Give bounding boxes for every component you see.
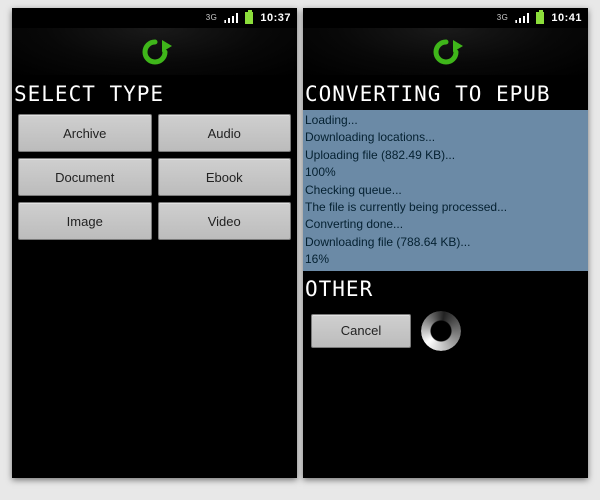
log-line: Downloading file (788.64 KB)... (305, 234, 586, 251)
archive-button[interactable]: Archive (18, 114, 152, 152)
log-line: 100% (305, 164, 586, 181)
status-bar: 3G 10:37 (12, 8, 297, 28)
image-button[interactable]: Image (18, 202, 152, 240)
battery-icon (245, 12, 253, 24)
clock: 10:41 (551, 12, 582, 24)
loading-spinner-icon (421, 311, 461, 351)
log-line: Checking queue... (305, 182, 586, 199)
phone-right: 3G 10:41 CONVERTING TO EPUB Loading... D… (303, 8, 588, 478)
audio-button[interactable]: Audio (158, 114, 292, 152)
log-line: 16% (305, 251, 586, 268)
log-line: Converting done... (305, 216, 586, 233)
converting-heading: CONVERTING TO EPUB (303, 76, 588, 110)
app-banner (303, 28, 588, 76)
status-bar: 3G 10:41 (303, 8, 588, 28)
cancel-button[interactable]: Cancel (311, 314, 411, 348)
document-button[interactable]: Document (18, 158, 152, 196)
log-line: The file is currently being processed... (305, 199, 586, 216)
select-type-heading: SELECT TYPE (12, 76, 297, 110)
refresh-icon (138, 37, 172, 67)
network-type: 3G (206, 14, 218, 22)
signal-icon (515, 13, 529, 23)
log-line: Downloading locations... (305, 129, 586, 146)
ebook-button[interactable]: Ebook (158, 158, 292, 196)
battery-icon (536, 12, 544, 24)
log-line: Uploading file (882.49 KB)... (305, 147, 586, 164)
log-line: Loading... (305, 112, 586, 129)
signal-icon (224, 13, 238, 23)
phone-left: 3G 10:37 SELECT TYPE Archive Audio Docum… (12, 8, 297, 478)
progress-log: Loading... Downloading locations... Uplo… (303, 110, 588, 271)
clock: 10:37 (260, 12, 291, 24)
other-heading: OTHER (303, 271, 588, 305)
refresh-icon (429, 37, 463, 67)
video-button[interactable]: Video (158, 202, 292, 240)
network-type: 3G (497, 14, 509, 22)
other-row: Cancel (303, 305, 588, 357)
app-banner (12, 28, 297, 76)
type-grid: Archive Audio Document Ebook Image Video (12, 110, 297, 244)
